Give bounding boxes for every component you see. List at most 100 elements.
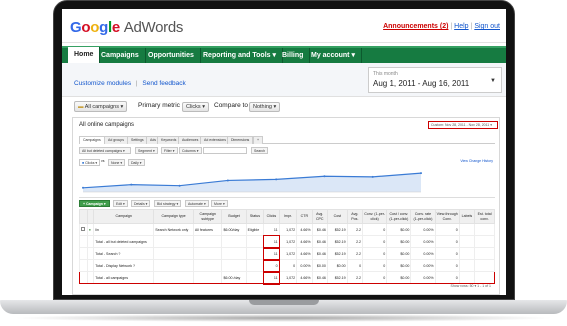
table-cell[interactable]: Total - Search ? bbox=[93, 247, 155, 260]
announcements-link[interactable]: Announcements (2) bbox=[383, 23, 448, 30]
tab-add[interactable]: + bbox=[253, 136, 264, 144]
table-row[interactable]: Total - all but deleted campaigns 11 1,072… bbox=[79, 234, 495, 249]
column-header[interactable]: Impr. bbox=[278, 209, 298, 224]
send-feedback-link[interactable]: Send feedback bbox=[142, 80, 185, 87]
table-cell: $6.00/day bbox=[221, 223, 247, 236]
column-header[interactable]: Budget bbox=[221, 209, 247, 224]
compare-to-dropdown[interactable]: Nothing ▾ bbox=[249, 102, 281, 112]
column-header[interactable]: Est. total conv. bbox=[474, 209, 495, 224]
column-header[interactable]: Clicks bbox=[263, 209, 280, 224]
table-cell[interactable] bbox=[79, 235, 88, 248]
search-input[interactable] bbox=[203, 147, 247, 154]
metric1-dropdown[interactable]: ■ Clicks ▾ bbox=[79, 159, 101, 166]
help-link[interactable]: Help bbox=[454, 23, 468, 30]
tab-ad-groups[interactable]: Ad groups bbox=[104, 136, 128, 144]
all-campaigns-dropdown[interactable]: ▬ All campaigns ▾ bbox=[74, 101, 128, 112]
table-cell: Search Network only bbox=[153, 223, 194, 236]
column-header[interactable]: Campaign bbox=[93, 209, 155, 224]
column-header[interactable]: Avg. Pos. bbox=[346, 209, 364, 224]
chart-point[interactable] bbox=[371, 175, 374, 178]
table-cell: $0.00 bbox=[326, 259, 348, 272]
chart-point[interactable] bbox=[82, 186, 84, 189]
metric2-dropdown[interactable]: None ▾ bbox=[108, 159, 126, 166]
compare-to-value: Nothing bbox=[253, 104, 272, 110]
table-cell[interactable] bbox=[79, 247, 88, 260]
column-header[interactable]: CTR bbox=[296, 209, 313, 224]
table-cell: 11 bbox=[263, 223, 280, 236]
table-cell: Eligible bbox=[245, 223, 265, 236]
columns-dropdown[interactable]: Columns ▾ bbox=[179, 147, 202, 154]
table-cell: $52.19 bbox=[326, 271, 348, 284]
row-checkbox[interactable] bbox=[81, 227, 85, 231]
column-header[interactable]: Campaign subtype bbox=[192, 209, 223, 224]
table-cell: $0.46 bbox=[311, 223, 328, 236]
tab-dimensions[interactable]: Dimensions bbox=[227, 136, 254, 144]
search-button[interactable]: Search bbox=[251, 147, 269, 154]
column-header[interactable]: Conv. rate (1-per-click) bbox=[410, 209, 436, 224]
more-dropdown[interactable]: More ▾ bbox=[211, 200, 228, 207]
details-dropdown[interactable]: Details ▾ bbox=[131, 200, 151, 207]
column-header[interactable] bbox=[79, 209, 88, 224]
date-range-selector[interactable]: This month Aug 1, 2011 - Aug 16, 2011 ▼ bbox=[368, 67, 502, 93]
automate-dropdown[interactable]: Automate ▾ bbox=[185, 200, 209, 207]
column-header[interactable]: Campaign type bbox=[153, 209, 194, 224]
tab-audiences[interactable]: Audiences bbox=[178, 136, 203, 144]
clicks-line-chart bbox=[82, 172, 422, 193]
status-filter-dropdown[interactable]: All but deleted campaigns ▾ bbox=[79, 147, 131, 154]
table-row[interactable]: ● lin Search Network only All features $6.00… bbox=[79, 223, 495, 236]
sign-out-link[interactable]: Sign out bbox=[474, 23, 500, 30]
edit-dropdown[interactable]: Edit ▾ bbox=[113, 200, 128, 207]
table-cell bbox=[458, 223, 476, 236]
column-header[interactable]: Status bbox=[245, 209, 265, 224]
view-change-history-link[interactable]: View Change History bbox=[460, 159, 493, 163]
tab-reporting-tools[interactable]: Reporting and Tools ▾ bbox=[197, 48, 283, 63]
customize-modules-link[interactable]: Customize modules bbox=[74, 80, 131, 87]
table-cell[interactable] bbox=[79, 271, 88, 284]
chart-point[interactable] bbox=[323, 175, 326, 178]
filter-dropdown[interactable]: Filter ▾ bbox=[161, 147, 178, 154]
column-header[interactable]: Labels bbox=[458, 209, 476, 224]
tab-my-account[interactable]: My account ▾ bbox=[305, 48, 362, 63]
add-campaign-button[interactable]: + Campaign ▾ bbox=[79, 200, 110, 207]
pagination[interactable]: Show rows: 50 ▾ 1 - 1 of 1 bbox=[451, 284, 491, 288]
table-cell[interactable] bbox=[79, 223, 88, 236]
table-row[interactable]: Total - Search ? 11 1,072 4.66% $0.46 $52.19 2… bbox=[79, 246, 495, 261]
tab-opportunities[interactable]: Opportunities bbox=[142, 48, 201, 63]
chart-point[interactable] bbox=[130, 183, 133, 186]
chart-point[interactable] bbox=[420, 172, 422, 175]
table-cell[interactable] bbox=[79, 259, 88, 272]
column-header[interactable]: Conv. (1-per-click) bbox=[362, 209, 388, 224]
chart-point[interactable] bbox=[178, 184, 181, 187]
column-header[interactable] bbox=[86, 209, 95, 224]
frequency-dropdown[interactable]: Daily ▾ bbox=[128, 159, 145, 166]
table-cell[interactable]: Total - Display Network ? bbox=[93, 259, 155, 272]
table-row[interactable]: Total - Display Network ? 0 0 0.00% $0.00 $0.… bbox=[79, 258, 495, 273]
primary-metric-dropdown[interactable]: Clicks ▾ bbox=[182, 102, 209, 112]
table-cell: $0.46 bbox=[311, 235, 328, 248]
custom-date-range[interactable]: Custom: Nov 28, 2011 - Nov 28, 2011 ▾ bbox=[428, 121, 498, 129]
table-cell[interactable]: Total - all campaigns bbox=[93, 271, 155, 284]
column-header[interactable]: Cost bbox=[326, 209, 348, 224]
sub-header: Customize modules | Send feedback This m… bbox=[62, 63, 506, 97]
column-header[interactable]: View-through Conv. bbox=[434, 209, 460, 224]
table-cell: 0.00% bbox=[410, 247, 436, 260]
table-cell[interactable]: Total - all but deleted campaigns bbox=[93, 235, 155, 248]
tab-settings[interactable]: Settings bbox=[127, 136, 148, 144]
table-row[interactable]: Total - all campaigns $6.00 /day 11 1,072 4.… bbox=[79, 270, 495, 285]
tab-ad-extensions[interactable]: Ad extensions bbox=[200, 136, 230, 144]
column-header[interactable]: Cost / conv. (1-per-click) bbox=[386, 209, 412, 224]
table-cell[interactable]: lin bbox=[93, 223, 155, 236]
bid-strategy-dropdown[interactable]: Bid strategy ▾ bbox=[154, 200, 182, 207]
table-cell bbox=[153, 271, 194, 284]
adwords-logo[interactable]: Google AdWords bbox=[70, 19, 183, 36]
table-cell: 0 bbox=[434, 259, 460, 272]
segment-dropdown[interactable]: Segment ▾ bbox=[135, 147, 158, 154]
tab-campaigns-sub[interactable]: Campaigns bbox=[79, 136, 105, 144]
column-header[interactable]: Avg. CPC bbox=[311, 209, 328, 224]
chart-point[interactable] bbox=[226, 179, 229, 182]
chart-point[interactable] bbox=[275, 178, 278, 181]
tab-campaigns[interactable]: Campaigns bbox=[95, 48, 146, 63]
table-cell bbox=[192, 235, 223, 248]
tab-keywords[interactable]: Keywords bbox=[157, 136, 181, 144]
all-campaigns-label: All campaigns bbox=[84, 104, 119, 110]
